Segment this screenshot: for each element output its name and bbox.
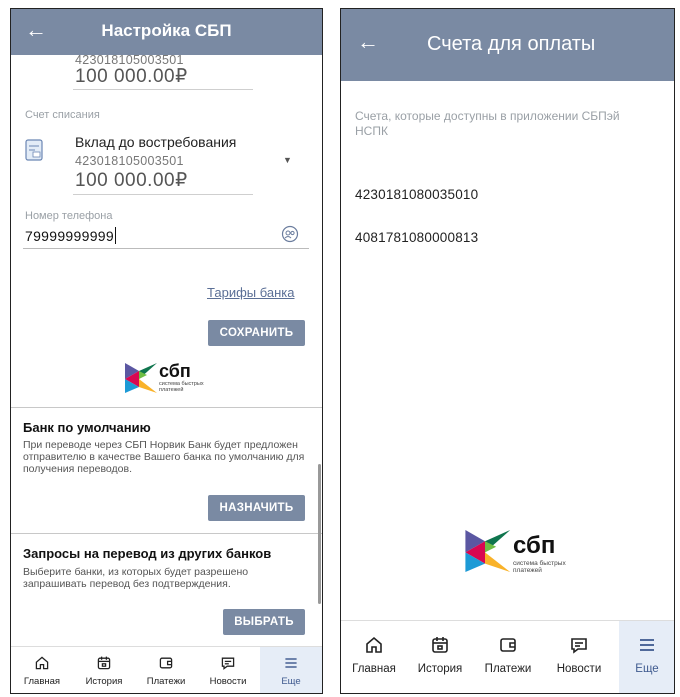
bottom-nav: Главная История Платежи Новости Еще <box>11 646 322 693</box>
nav-label-payments: Платежи <box>146 676 186 687</box>
nav-label-home: Главная <box>23 676 61 687</box>
debit-account-label: Счет списания <box>25 109 100 121</box>
nav-item-home[interactable]: Главная <box>341 621 407 693</box>
nav-item-more[interactable]: Еще <box>260 647 322 693</box>
default-bank-description: При переводе через СБП Норвик Банк будет… <box>23 439 305 475</box>
tariffs-link[interactable]: Тарифы банка <box>207 285 295 300</box>
sbp-logo: сбп система быстрых платежей <box>119 359 219 399</box>
home-icon <box>35 656 49 670</box>
assign-button[interactable]: НАЗНАЧИТЬ <box>208 495 305 521</box>
requests-description: Выберите банки, из которых будет разреше… <box>23 566 249 590</box>
sbp-brand-text: сбп <box>159 361 191 381</box>
account-item[interactable]: 4230181080035010 <box>355 187 478 202</box>
back-arrow-icon[interactable]: ← <box>357 31 379 53</box>
nav-label-payments: Платежи <box>484 663 532 675</box>
chevron-down-icon[interactable]: ▼ <box>283 155 292 165</box>
nav-label-news: Новости <box>556 663 602 675</box>
page-title: Счета для оплаты <box>427 33 596 55</box>
history-icon <box>432 637 448 653</box>
account-item[interactable]: 4081781080000813 <box>355 230 478 245</box>
wallet-icon <box>500 638 516 652</box>
accounts-description: Счета, которые доступны в приложении СБП… <box>355 109 620 138</box>
debit-account-amount: 100 000.00₽ <box>75 170 188 191</box>
app-bar: ← Счета для оплаты <box>341 9 674 81</box>
document-icon <box>25 139 43 166</box>
page-title: Настройка СБП <box>101 21 232 40</box>
app-bar: ← Настройка СБП <box>11 9 322 55</box>
home-icon <box>366 636 382 653</box>
nav-label-news: Новости <box>209 676 247 687</box>
sbp-subtitle-2: платежей <box>159 387 184 393</box>
nav-item-payments[interactable]: Платежи <box>135 647 197 693</box>
nav-item-more[interactable]: Еще <box>619 621 674 693</box>
nav-label-more: Еще <box>635 663 659 675</box>
sbp-subtitle-2: платежей <box>513 567 542 574</box>
nav-item-payments[interactable]: Платежи <box>473 621 543 693</box>
top-account-amount: 100 000.00₽ <box>75 66 188 87</box>
requests-title: Запросы на перевод из других банков <box>23 546 272 561</box>
nav-label-history: История <box>417 663 463 675</box>
nav-label-home: Главная <box>352 663 396 675</box>
history-icon <box>97 656 111 670</box>
phone-input[interactable]: 79999999999 <box>25 228 114 244</box>
sbp-subtitle-1: система быстрых <box>513 560 566 567</box>
nav-label-more: Еще <box>281 676 301 687</box>
wallet-icon <box>159 657 173 669</box>
debit-account-number: 423018105003501 <box>75 154 184 168</box>
phone-label: Номер телефона <box>25 210 113 222</box>
text-cursor <box>115 227 116 244</box>
choose-button[interactable]: ВЫБРАТЬ <box>223 609 305 635</box>
sbp-brand-text: сбп <box>513 532 556 559</box>
news-icon <box>221 657 235 670</box>
left-screen: 423018105003501 100 000.00₽ Счет списани… <box>10 8 323 694</box>
menu-icon <box>640 639 654 651</box>
nav-label-history: История <box>85 676 123 687</box>
sbp-logo: сбп система быстрых платежей <box>457 524 587 580</box>
nav-item-history[interactable]: История <box>407 621 473 693</box>
default-bank-title: Банк по умолчанию <box>23 420 151 435</box>
nav-item-news[interactable]: Новости <box>197 647 259 693</box>
right-screen: ← Счета для оплаты Счета, которые доступ… <box>340 8 675 694</box>
news-icon <box>571 638 587 654</box>
scrollbar[interactable] <box>318 464 321 604</box>
bottom-nav: Главная История Платежи Новости Еще <box>341 620 674 693</box>
debit-account-name[interactable]: Вклад до востребования <box>75 134 236 150</box>
contacts-icon[interactable] <box>281 225 299 248</box>
nav-item-news[interactable]: Новости <box>543 621 615 693</box>
nav-item-home[interactable]: Главная <box>11 647 73 693</box>
save-button[interactable]: СОХРАНИТЬ <box>208 320 305 346</box>
nav-item-history[interactable]: История <box>73 647 135 693</box>
menu-icon <box>285 658 297 668</box>
